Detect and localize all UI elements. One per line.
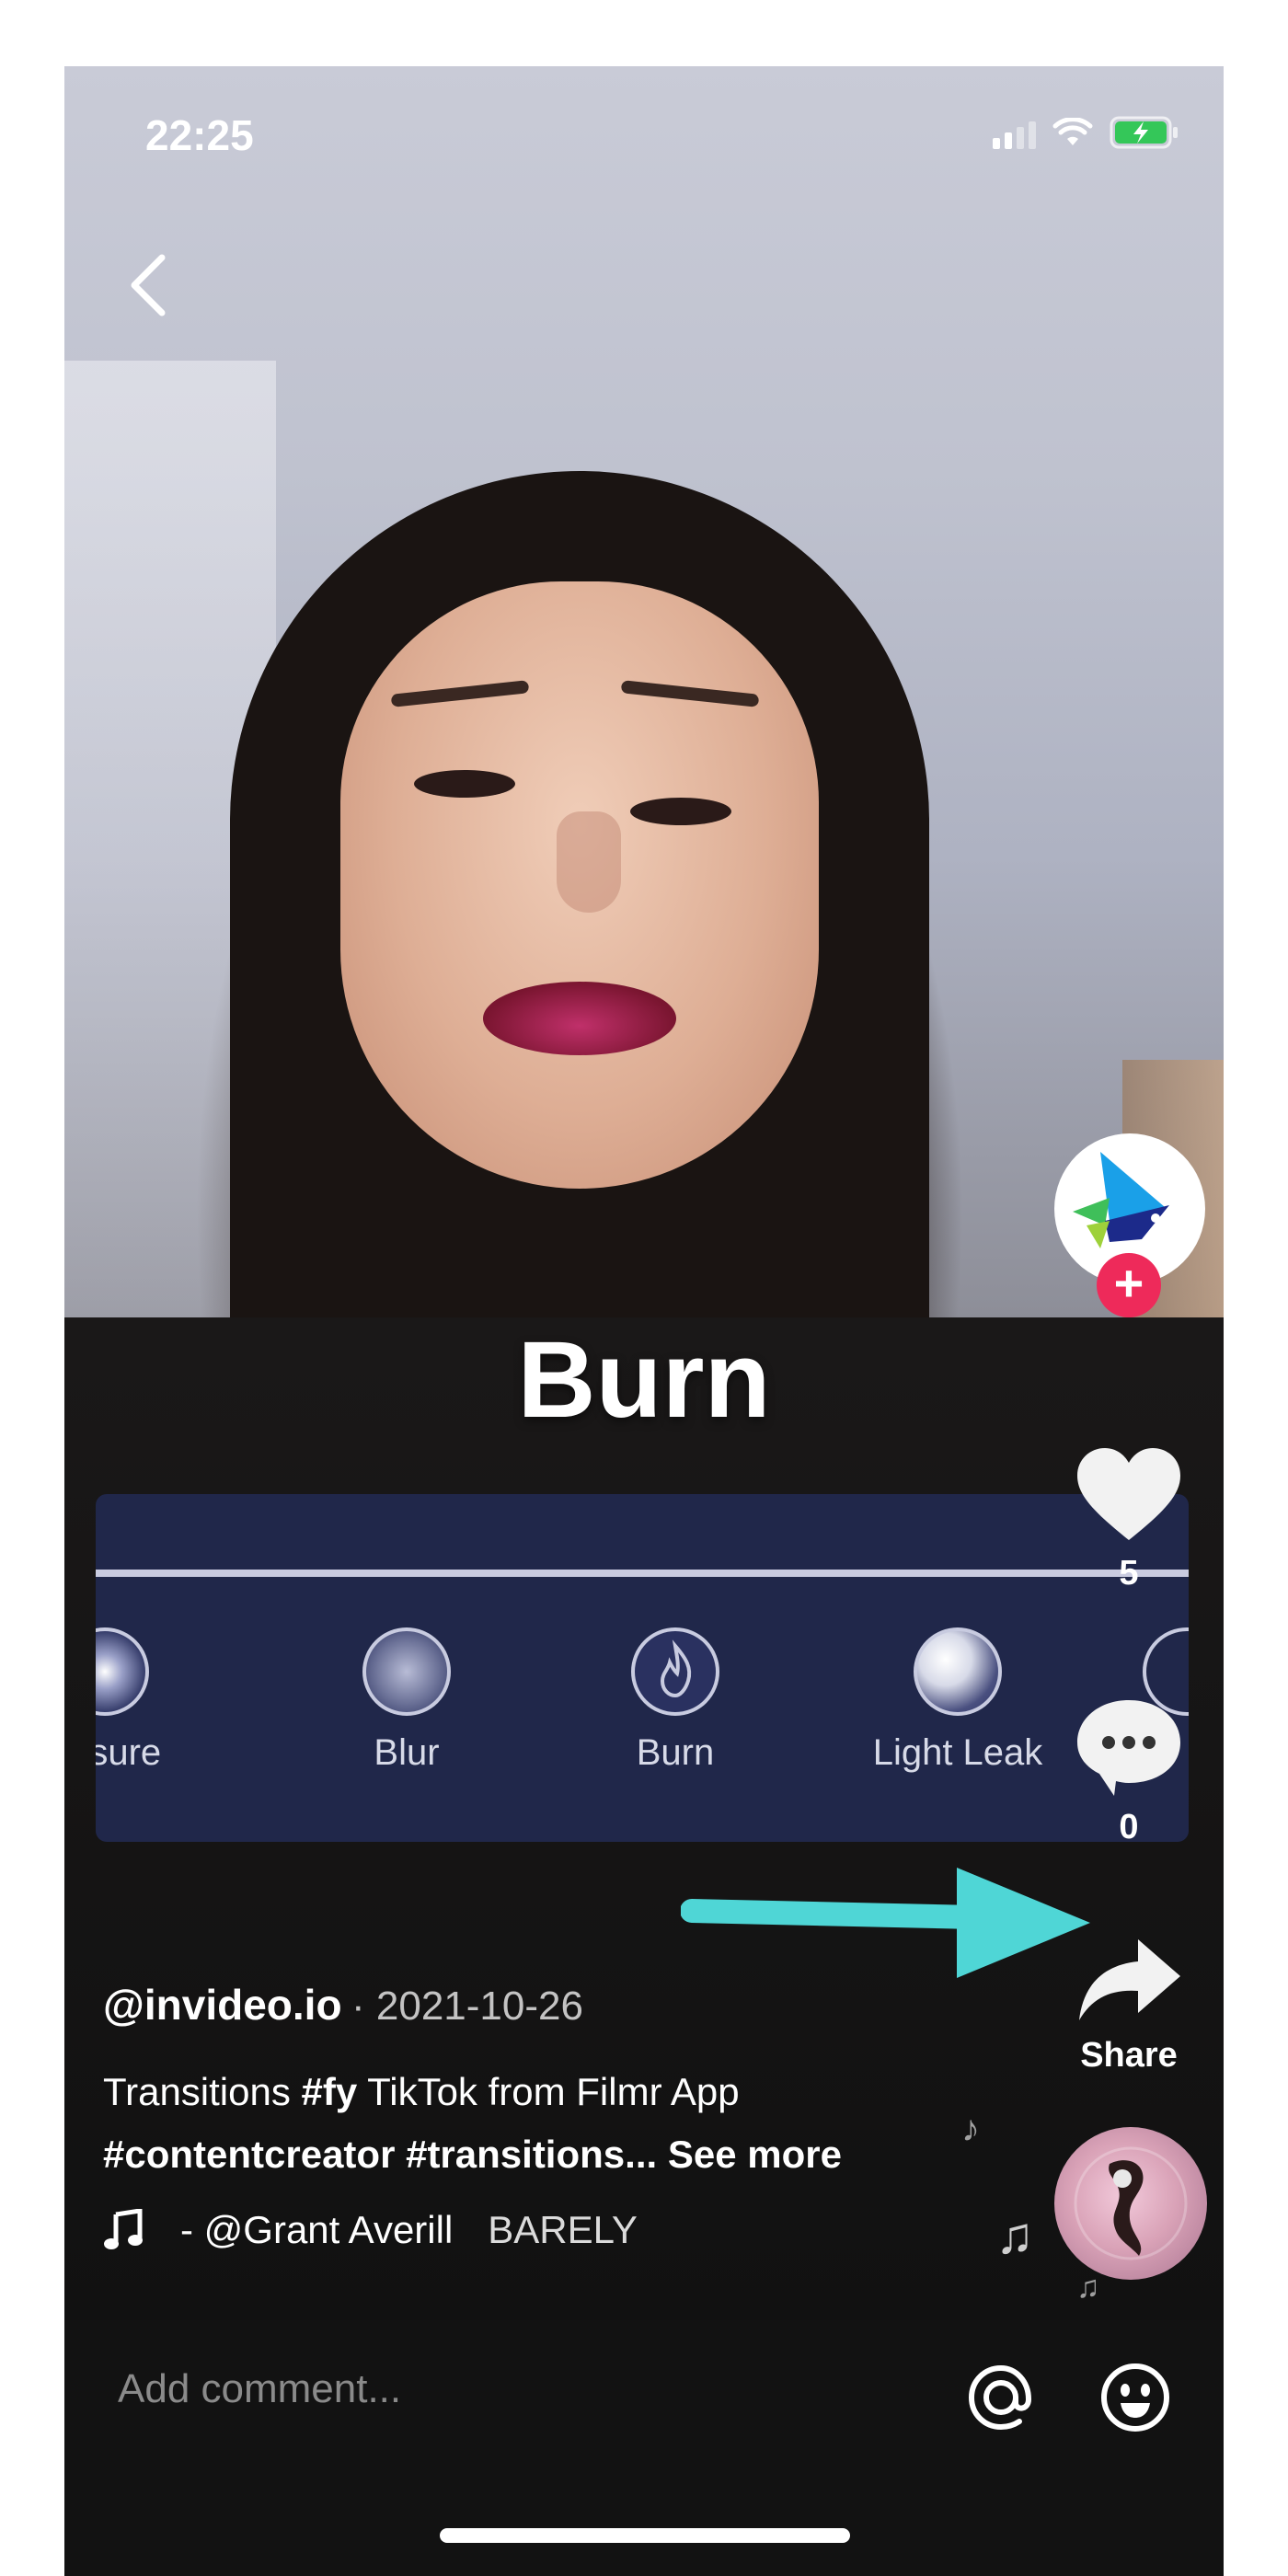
panel-track <box>96 1570 1189 1577</box>
music-info[interactable]: - @Grant Averill BARELY <box>103 2208 1023 2252</box>
heart-icon <box>1077 1448 1180 1540</box>
effect-burn: Burn <box>579 1627 772 1774</box>
post-description: Transitions #fy TikTok from Filmr App #c… <box>103 2061 1023 2186</box>
blur-circle-icon <box>362 1627 451 1716</box>
effect-label: Burn <box>636 1732 715 1773</box>
effects-panel: posure Blur Burn Light Leak V <box>96 1494 1189 1842</box>
follow-button[interactable]: + <box>1097 1253 1161 1317</box>
username[interactable]: @invideo.io <box>103 1980 342 2030</box>
like-button[interactable]: 5 <box>1051 1446 1207 1593</box>
effect-blur: Blur <box>310 1627 503 1774</box>
like-count: 5 <box>1119 1554 1139 1593</box>
clock: 22:25 <box>145 111 254 159</box>
effect-exposure: posure <box>96 1627 201 1774</box>
video-caption: Burn <box>517 1319 771 1441</box>
battery-charging-icon <box>1110 116 1178 149</box>
music-artwork-icon <box>1074 2146 1188 2260</box>
effect-label: Blur <box>374 1732 440 1773</box>
wifi-icon <box>1052 118 1093 145</box>
floating-note-icon: ♪ <box>961 2109 980 2149</box>
post-info: @invideo.io · 2021-10-26 Transitions #fy… <box>103 1980 1023 2252</box>
music-disc[interactable] <box>1054 2127 1207 2280</box>
effect-label: posure <box>96 1732 162 1773</box>
chevron-left-icon <box>131 254 166 316</box>
comment-bar: Add comment... <box>64 2320 1224 2576</box>
cellular-signal-icon <box>993 121 1036 149</box>
back-button[interactable] <box>109 232 191 333</box>
music-credit: - @Grant Averill <box>180 2208 454 2251</box>
floating-note-icon: ♫ <box>995 2206 1034 2264</box>
status-bar: 22:25 <box>64 66 1224 186</box>
comment-input[interactable]: Add comment... <box>118 2366 401 2412</box>
effect-light-leak: Light Leak <box>838 1627 1077 1774</box>
light-leak-icon <box>914 1627 1002 1716</box>
status-icons <box>993 116 1179 149</box>
flame-icon <box>631 1627 719 1716</box>
annotation-arrow-icon <box>681 1868 1090 1978</box>
music-title: BARELY <box>488 2208 638 2251</box>
see-more-link[interactable]: See more <box>657 2133 842 2176</box>
person-lips <box>483 982 676 1055</box>
person-nose <box>557 811 621 913</box>
phone-screen: Burn posure Blur Burn Lig <box>64 66 1224 2576</box>
music-note-icon <box>104 2209 143 2249</box>
hashtags[interactable]: #contentcreator #transitions... <box>103 2133 657 2176</box>
description-text-rest: TikTok from Filmr App <box>357 2070 740 2113</box>
left-eye <box>414 770 515 798</box>
right-eye <box>630 798 731 825</box>
share-label: Share <box>1080 2036 1178 2075</box>
effect-label: Light Leak <box>872 1732 1043 1773</box>
description-text: Transitions <box>103 2070 302 2113</box>
comment-count: 0 <box>1119 1808 1139 1846</box>
mention-icon[interactable] <box>964 2361 1038 2434</box>
hashtag-fy[interactable]: #fy <box>302 2070 358 2113</box>
home-indicator[interactable] <box>440 2528 850 2543</box>
comment-button[interactable]: 0 <box>1051 1696 1207 1847</box>
emoji-icon[interactable] <box>1098 2361 1172 2434</box>
floating-note-icon: ♫ <box>1076 2270 1100 2305</box>
comment-bubble-icon <box>1077 1700 1180 1796</box>
post-date: · 2021-10-26 <box>351 1984 583 2029</box>
sparkle-icon <box>96 1627 149 1716</box>
